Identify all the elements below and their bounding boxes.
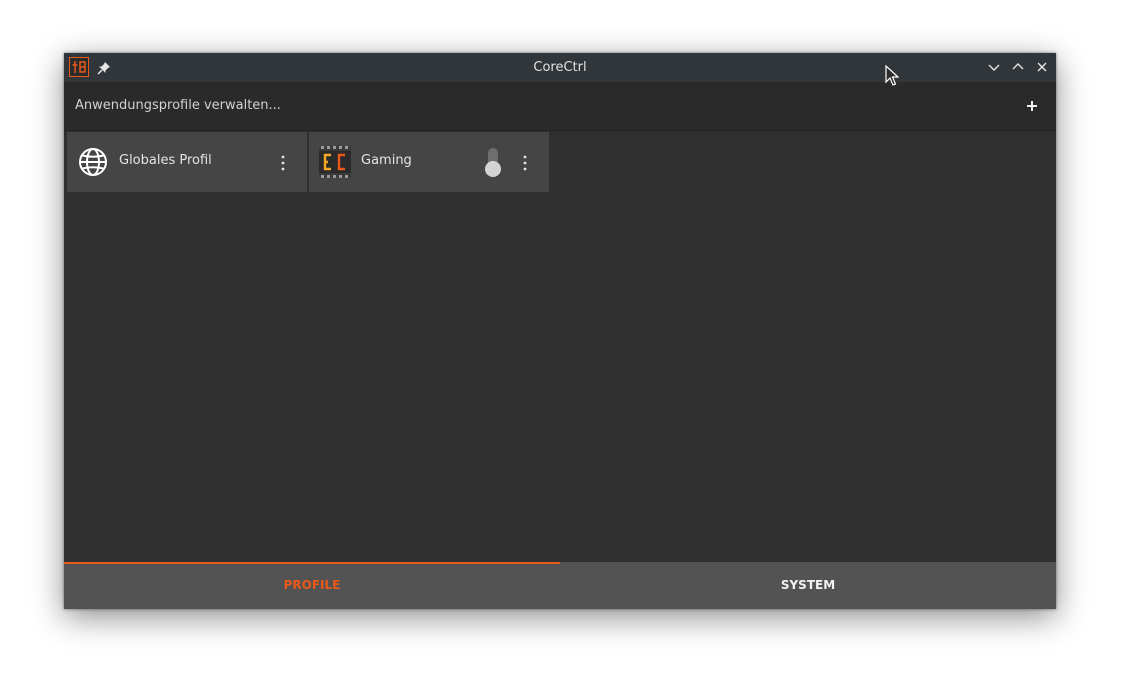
corectrl-window: CoreCtrl Anwendungsprofile verwalten... [64,53,1056,609]
add-profile-button[interactable] [1022,96,1042,116]
tab-profile[interactable]: PROFILE [64,562,560,609]
toggle-knob [485,161,501,177]
profile-label: Gaming [361,153,412,168]
chevron-down-icon [988,64,1000,71]
profile-label: Globales Profil [119,153,212,168]
more-vertical-icon [281,155,285,171]
profiles-toolbar: Anwendungsprofile verwalten... [64,82,1056,131]
profile-card-global[interactable]: Globales Profil [67,132,307,192]
window-title: CoreCtrl [533,60,587,75]
profile-enable-toggle[interactable] [484,146,502,178]
tab-label: SYSTEM [780,578,836,592]
chevron-up-icon [1012,63,1024,70]
active-tab-indicator [64,562,560,564]
profile-menu-button[interactable] [519,154,531,172]
profile-card-gaming[interactable]: Gaming [309,132,549,192]
maximize-button[interactable] [1010,59,1026,75]
bottom-tab-bar: PROFILE SYSTEM [64,562,1056,609]
plus-icon [1027,101,1037,111]
close-icon [1037,62,1047,72]
mouse-cursor-icon [885,64,900,87]
profile-menu-button[interactable] [277,154,289,172]
globe-icon [77,146,109,178]
corectrl-logo-icon [319,146,351,178]
manage-profiles-label: Anwendungsprofile verwalten... [75,98,281,113]
tab-system[interactable]: SYSTEM [560,562,1056,609]
tab-label: PROFILE [283,578,341,592]
title-bar[interactable]: CoreCtrl [64,53,1056,82]
minimize-button[interactable] [986,59,1002,75]
more-vertical-icon [523,155,527,171]
close-button[interactable] [1034,59,1050,75]
